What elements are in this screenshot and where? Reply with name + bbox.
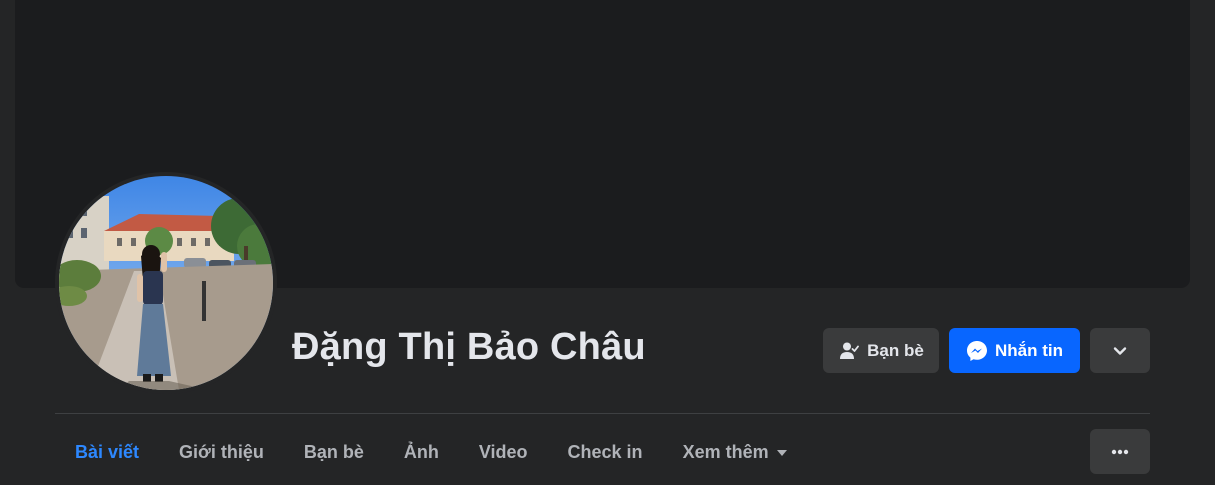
chevron-down-icon <box>1113 346 1127 356</box>
tab-check-ins[interactable]: Check in <box>548 430 663 475</box>
tab-videos[interactable]: Video <box>459 430 548 475</box>
profile-dropdown-button[interactable] <box>1090 328 1150 373</box>
profile-tabs: Bài viết Giới thiệu Bạn bè Ảnh Video Che… <box>55 430 807 475</box>
tab-label: Bài viết <box>75 442 140 462</box>
ellipsis-icon <box>1111 449 1129 455</box>
caret-down-icon <box>776 449 787 456</box>
more-options-button[interactable] <box>1090 429 1150 474</box>
tab-label: Giới thiệu <box>179 442 264 462</box>
avatar[interactable] <box>59 176 273 390</box>
tab-label: Ảnh <box>403 442 439 462</box>
tab-label: Video <box>478 442 528 462</box>
tab-label: Bạn bè <box>303 442 364 462</box>
tab-posts[interactable]: Bài viết <box>55 430 159 475</box>
tab-about[interactable]: Giới thiệu <box>159 430 284 475</box>
profile-name: Đặng Thị Bảo Châu <box>292 326 646 368</box>
tab-label: Check in <box>567 442 643 462</box>
message-button-label: Nhắn tin <box>995 340 1063 360</box>
profile-divider <box>55 413 1150 414</box>
tab-more[interactable]: Xem thêm <box>663 430 807 475</box>
message-button[interactable]: Nhắn tin <box>949 328 1080 373</box>
tab-friends[interactable]: Bạn bè <box>284 430 384 475</box>
profile-page: Đặng Thị Bảo Châu Bạn bè Nhắn tin Bài vi… <box>0 0 1215 485</box>
messenger-icon <box>966 340 988 362</box>
friend-check-icon <box>838 340 860 362</box>
avatar-photo <box>59 176 273 390</box>
tab-label: Xem thêm <box>682 442 769 462</box>
friends-button-label: Bạn bè <box>867 340 924 360</box>
tab-photos[interactable]: Ảnh <box>384 430 459 475</box>
friends-button[interactable]: Bạn bè <box>823 328 939 373</box>
